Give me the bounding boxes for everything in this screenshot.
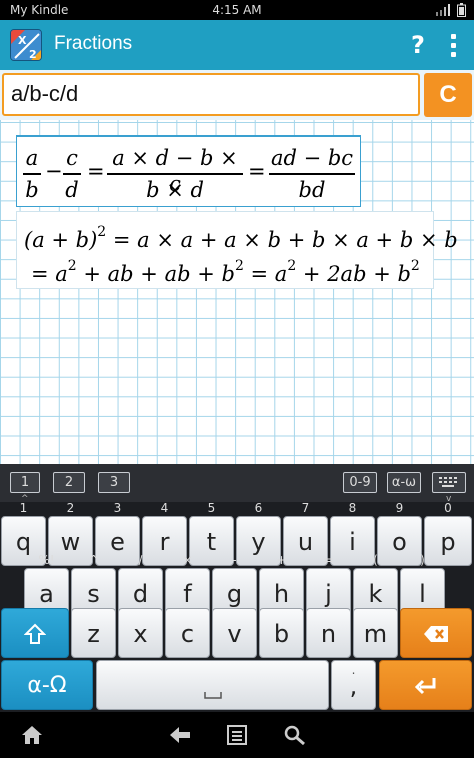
help-button[interactable]: ?	[405, 29, 431, 61]
search-icon[interactable]	[283, 724, 309, 746]
status-bar: My Kindle 4:15 AM	[0, 0, 474, 20]
input-row: a/b-c/d C	[0, 70, 474, 120]
key-c[interactable]: c	[165, 608, 210, 658]
fraction-expanded: a × d − b × c b × d	[107, 145, 243, 203]
fraction-simplified: ad − bc bd	[269, 146, 355, 202]
layout-tab-3[interactable]: 3	[98, 472, 130, 493]
equals-sign: =	[248, 159, 266, 183]
action-bar: X 2 Fractions ?	[0, 20, 474, 70]
home-icon[interactable]	[20, 724, 46, 746]
clear-button[interactable]: C	[424, 73, 472, 117]
keyboard-icon[interactable]	[432, 472, 466, 493]
result-card-fraction[interactable]: a b − c d = a × d − b × c b × d = ad − b…	[16, 135, 361, 207]
key-n[interactable]: n	[306, 608, 351, 658]
svg-text:2: 2	[29, 48, 37, 61]
digits-button[interactable]: 0-9	[343, 472, 377, 493]
app-logo-icon: X 2	[10, 29, 42, 61]
keyboard: 1q 2w 3e 4r 5t 6y 7u 8i 9o 0p %! a ^ s / d …	[0, 501, 474, 712]
back-icon[interactable]	[168, 724, 194, 746]
key-v[interactable]: v	[212, 608, 257, 658]
expansion-line-1: (a + b)2 = a × a + a × b + b × a + b × b	[24, 224, 458, 252]
key-x[interactable]: x	[118, 608, 163, 658]
shift-key[interactable]	[1, 608, 69, 658]
enter-icon	[414, 678, 435, 695]
enter-key[interactable]	[379, 660, 472, 710]
layout-tab-2[interactable]: 2	[53, 472, 85, 493]
key-comma[interactable]: .,	[331, 660, 376, 710]
equals-sign: =	[87, 159, 105, 183]
fraction-a-over-b: a b	[23, 145, 41, 203]
space-key[interactable]	[96, 660, 329, 710]
overflow-menu-icon[interactable]	[442, 29, 464, 61]
shift-arrow-icon	[23, 623, 47, 644]
clock: 4:15 AM	[212, 3, 262, 17]
key-b[interactable]: b	[259, 608, 304, 658]
greek-upper-button[interactable]: α-Ω	[1, 660, 93, 710]
expression-input[interactable]: a/b-c/d	[2, 73, 420, 116]
svg-text:X: X	[18, 34, 27, 47]
navigation-bar	[0, 712, 474, 758]
expansion-line-2: = a2 + ab + ab + b2 = a2 + 2ab + b2	[31, 258, 420, 286]
app-title: Fractions	[54, 33, 133, 54]
status-icons	[435, 3, 466, 17]
keyboard-toolbar: 1 ^ 2 3 0-9 α-ω v	[0, 464, 474, 504]
menu-icon[interactable]	[225, 724, 251, 746]
minus-sign: −	[45, 159, 63, 183]
fraction-c-over-d: c d	[63, 145, 81, 203]
wifi-signal-icon	[436, 4, 450, 16]
space-icon	[203, 692, 222, 699]
key-z[interactable]: z	[71, 608, 116, 658]
battery-icon	[457, 3, 466, 17]
backspace-icon	[424, 626, 448, 642]
backspace-key[interactable]	[400, 608, 472, 658]
greek-lower-button[interactable]: α-ω	[387, 472, 421, 493]
results-area[interactable]: a b − c d = a × d − b × c b × d = ad − b…	[0, 120, 474, 464]
result-card-square[interactable]: (a + b)2 = a × a + a × b + b × a + b × b…	[16, 211, 458, 289]
key-m[interactable]: m	[353, 608, 398, 658]
layout-tab-1[interactable]: 1	[10, 472, 40, 493]
